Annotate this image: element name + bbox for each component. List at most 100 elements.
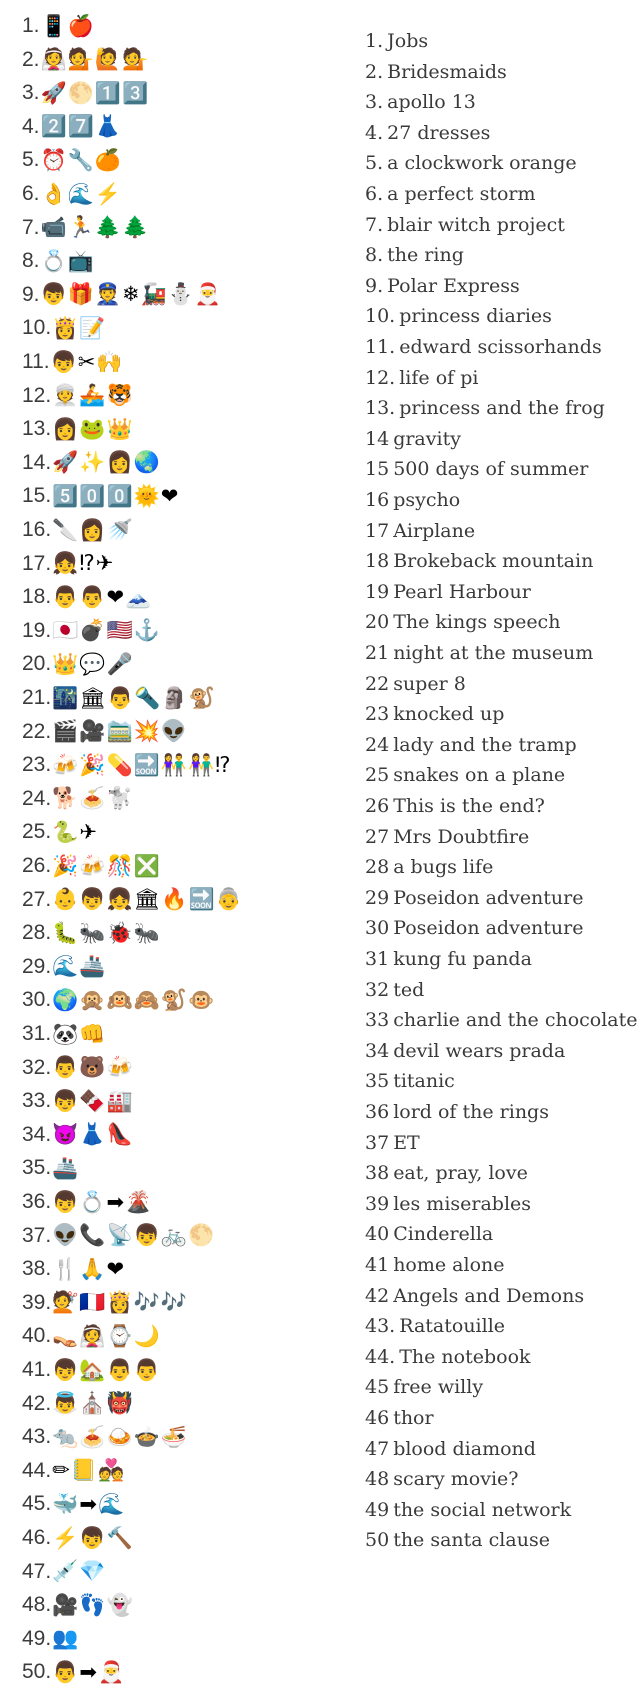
question-number: 42. [22,1391,52,1415]
emoji-clue: 💇🇫🇷👸🎶🎶 [52,1290,188,1315]
answer-number: 14 [365,427,390,450]
answer-number: 18 [365,550,390,573]
question-row: 22. 🎬🎥🚞💥👽 [22,716,188,748]
question-row: 19. 🇯🇵💣🇺🇸⚓ [22,615,161,647]
answer-number: 31 [365,948,390,970]
answer-title: a bugs life [393,856,494,879]
answer-row: 46 thor [365,1403,434,1433]
question-row: 46. ⚡👦🔨 [22,1522,134,1554]
emoji-clue: 💉💎 [52,1559,107,1584]
answer-number: 46 [365,1407,390,1429]
question-row: 34. 😈👗👠 [22,1119,134,1151]
answer-title: psycho [393,489,461,511]
answer-title: charlie and the chocolate [393,1009,638,1032]
answer-number: 4. [365,121,384,144]
question-row: 10. 👸📝 [22,312,107,344]
answer-title: lord of the rings [393,1101,549,1123]
answer-number: 25 [365,764,390,787]
question-row: 23. 🍻🎉💊🔜👫👫⁉ [22,749,231,781]
question-row: 17. 👧⁉✈ [22,548,114,580]
question-row: 43. 🐀🍝🍛🍲🍜 [22,1421,188,1453]
answer-row: 28 a bugs life [365,852,493,882]
question-row: 42. 👼⛪👹 [22,1388,134,1420]
answer-row: 21 night at the museum [365,638,593,668]
question-number: 3. [22,81,40,105]
answer-title: ted [393,978,425,1001]
question-number: 4. [22,114,40,138]
answer-title: Angels and Demons [393,1284,585,1307]
question-number: 19. [22,618,52,642]
answer-title: super 8 [393,672,466,695]
answer-title: 27 dresses [387,121,491,144]
question-number: 17. [22,551,52,575]
question-number: 16. [22,518,52,541]
answer-title: princess diaries [399,305,552,328]
answer-number: 49 [365,1498,390,1521]
answer-row: 12. life of pi [365,363,478,393]
question-row: 16. 🔪👩🚿 [22,514,134,546]
answer-row: 37 ET [365,1128,420,1158]
emoji-clue: 📱🍎 [40,13,95,38]
emoji-clue: ⚡👦🔨 [52,1525,134,1550]
question-number: 8. [22,249,40,273]
question-row: 3. 🚀🌕1️⃣3️⃣ [22,77,149,109]
question-row: 11. 👦✂🙌 [22,346,124,378]
answer-title: gravity [393,427,461,450]
answer-title: Mrs Doubtfire [393,825,530,848]
answer-row: 42 Angels and Demons [365,1281,584,1311]
question-row: 40. 👡👰⌚🌙 [22,1320,161,1352]
answer-number: 48 [365,1468,390,1491]
answer-row: 14 gravity [365,424,461,454]
question-number: 20. [22,652,52,676]
answer-row: 15 500 days of summer [365,454,588,484]
answer-number: 27 [365,825,390,848]
question-row: 37. 👽📞📡👦🚲🌕 [22,1220,215,1252]
answer-row: 32 ted [365,975,424,1005]
answer-row: 33 charlie and the chocolate [365,1005,638,1035]
emoji-clue: 🐕🍝🐩 [52,786,134,811]
answer-title: Poseidon adventure [393,886,584,909]
emoji-clue: 👌🌊⚡ [40,181,122,206]
answer-number: 16 [365,489,390,511]
answer-title: titanic [393,1070,455,1093]
emoji-clue: 🌊🚢 [52,954,107,979]
question-number: 5. [22,148,40,172]
answer-number: 3. [365,91,384,114]
answer-title: The notebook [399,1345,531,1368]
answer-number: 23 [365,703,390,726]
answer-row: 43. Ratatouille [365,1311,505,1341]
question-row: 31. 🐼👊 [22,1018,107,1050]
question-row: 13. 👩🐸👑 [22,413,134,445]
question-number: 41. [22,1358,52,1381]
emoji-clue: 🇯🇵💣🇺🇸⚓ [52,618,161,643]
emoji-clue: 😈👗👠 [52,1122,134,1147]
emoji-clue: 🌃🏛👨🔦🗿🐒 [52,685,216,710]
question-number: 30. [22,988,52,1012]
answer-number: 41 [365,1254,390,1276]
emoji-clue: ✏📒💑 [52,1458,126,1483]
answer-number: 1. [365,30,384,52]
emoji-clue: 👶👦👧🏛🔥🔜👵 [52,887,243,912]
answer-title: Brokeback mountain [393,550,594,573]
question-row: 47. 💉💎 [22,1556,107,1588]
answer-title: the santa clause [393,1529,550,1552]
answer-row: 31 kung fu panda [365,944,532,974]
question-number: 46. [22,1526,52,1549]
question-row: 6. 👌🌊⚡ [22,178,122,210]
answer-title: snakes on a plane [393,764,566,787]
answer-row: 36 lord of the rings [365,1097,549,1127]
answer-row: 44. The notebook [365,1342,531,1372]
answer-number: 35 [365,1070,390,1093]
answer-number: 2. [365,60,384,83]
question-number: 6. [22,182,40,205]
question-number: 1. [22,14,40,37]
answer-number: 10. [365,305,396,328]
answer-title: princess and the frog [399,397,605,420]
emoji-clue: 🎥👣👻 [52,1592,134,1617]
question-number: 35. [22,1156,52,1180]
answer-number: 7. [365,213,384,236]
question-row: 14. 🚀✨👩🌏 [22,447,161,479]
emoji-clue: 👸📝 [52,315,107,340]
answer-row: 39 les miserables [365,1189,531,1219]
answer-number: 37 [365,1131,390,1154]
